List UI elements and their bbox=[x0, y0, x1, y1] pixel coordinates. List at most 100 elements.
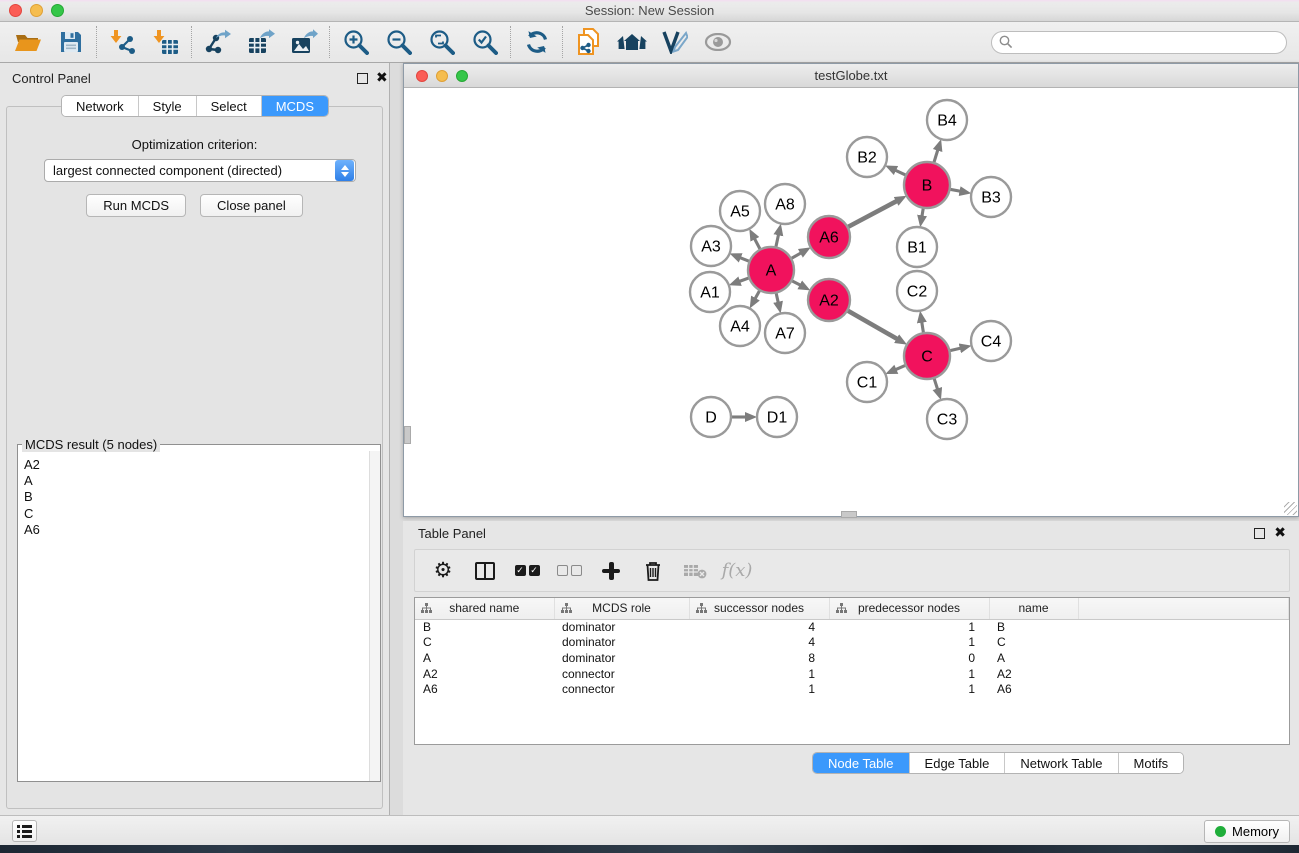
cell-mcds-role[interactable]: dominator bbox=[554, 635, 689, 651]
tab-edge-table[interactable]: Edge Table bbox=[910, 753, 1006, 773]
result-item[interactable]: A2 bbox=[24, 457, 362, 473]
result-item[interactable]: B bbox=[24, 489, 362, 505]
cell-shared-name[interactable]: B bbox=[415, 619, 554, 635]
import-network-button[interactable] bbox=[101, 23, 144, 61]
select-all-button[interactable]: ✓✓ bbox=[509, 553, 545, 589]
table-options-button[interactable]: ⚙ bbox=[425, 553, 461, 589]
result-scrollbar[interactable] bbox=[369, 451, 380, 781]
save-session-button[interactable] bbox=[49, 23, 92, 61]
tab-node-table[interactable]: Node Table bbox=[813, 753, 910, 773]
cell-mcds-role[interactable]: connector bbox=[554, 666, 689, 682]
float-table-panel-icon[interactable] bbox=[1254, 528, 1265, 539]
column-header-successor-nodes[interactable]: successor nodes bbox=[689, 598, 829, 619]
table-row[interactable]: A6connector11A6 bbox=[415, 681, 1289, 697]
cell-name[interactable]: B bbox=[989, 619, 1078, 635]
network-graph[interactable]: AA1A2A3A4A5A6A7A8BB1B2B3B4CC1C2C3C4DD1 bbox=[404, 88, 1298, 516]
cell-predecessor-nodes[interactable]: 1 bbox=[829, 635, 989, 651]
attribute-tree-icon bbox=[561, 603, 572, 614]
table-row[interactable]: Bdominator41B bbox=[415, 619, 1289, 635]
cell-predecessor-nodes[interactable]: 0 bbox=[829, 650, 989, 666]
zoom-out-button[interactable] bbox=[377, 23, 420, 61]
export-network-button[interactable] bbox=[196, 23, 239, 61]
memory-button[interactable]: Memory bbox=[1204, 820, 1290, 843]
cell-name[interactable]: A2 bbox=[989, 666, 1078, 682]
cell-name[interactable]: A6 bbox=[989, 681, 1078, 697]
table-row[interactable]: A2connector11A2 bbox=[415, 666, 1289, 682]
cell-name[interactable]: C bbox=[989, 635, 1078, 651]
cell-successor-nodes[interactable]: 1 bbox=[689, 681, 829, 697]
tab-style[interactable]: Style bbox=[139, 96, 197, 116]
close-window-button[interactable] bbox=[9, 4, 22, 17]
tab-network[interactable]: Network bbox=[62, 96, 139, 116]
close-table-panel-icon[interactable]: ✖ bbox=[1274, 525, 1286, 539]
network-canvas[interactable]: AA1A2A3A4A5A6A7A8BB1B2B3B4CC1C2C3C4DD1 bbox=[404, 88, 1298, 516]
open-session-button[interactable] bbox=[6, 23, 49, 61]
search-input[interactable] bbox=[991, 31, 1287, 54]
refresh-view-button[interactable] bbox=[515, 23, 558, 61]
clone-network-button[interactable] bbox=[567, 23, 610, 61]
criterion-dropdown[interactable]: largest connected component (directed) bbox=[44, 159, 356, 182]
column-header-name[interactable]: name bbox=[989, 598, 1078, 619]
table-row[interactable]: Adominator80A bbox=[415, 650, 1289, 666]
zoom-selected-button[interactable] bbox=[463, 23, 506, 61]
create-column-button[interactable] bbox=[593, 553, 629, 589]
cell-predecessor-nodes[interactable]: 1 bbox=[829, 666, 989, 682]
graph-edge-B-B4[interactable] bbox=[933, 150, 937, 164]
delete-column-button[interactable] bbox=[635, 553, 671, 589]
tab-network-table[interactable]: Network Table bbox=[1005, 753, 1118, 773]
float-panel-icon[interactable] bbox=[357, 73, 368, 84]
home-panel-button[interactable] bbox=[610, 23, 653, 61]
tab-select[interactable]: Select bbox=[197, 96, 262, 116]
close-panel-icon[interactable]: ✖ bbox=[376, 70, 388, 84]
window-resize-grip[interactable] bbox=[1284, 502, 1297, 515]
cell-shared-name[interactable]: A6 bbox=[415, 681, 554, 697]
graphics-details-button[interactable] bbox=[696, 23, 739, 61]
cell-mcds-role[interactable]: connector bbox=[554, 681, 689, 697]
network-window-titlebar[interactable]: testGlobe.txt bbox=[404, 64, 1298, 88]
zoom-fit-button[interactable] bbox=[420, 23, 463, 61]
export-table-button[interactable] bbox=[239, 23, 282, 61]
tab-motifs[interactable]: Motifs bbox=[1119, 753, 1184, 773]
style-mapper-button[interactable] bbox=[653, 23, 696, 61]
bottom-scroll-handle[interactable] bbox=[841, 511, 857, 518]
column-header-mcds-role[interactable]: MCDS role bbox=[554, 598, 689, 619]
cell-shared-name[interactable]: A2 bbox=[415, 666, 554, 682]
show-columns-button[interactable] bbox=[467, 553, 503, 589]
zoom-in-button[interactable] bbox=[334, 23, 377, 61]
left-scroll-handle[interactable] bbox=[404, 426, 411, 444]
cell-predecessor-nodes[interactable]: 1 bbox=[829, 681, 989, 697]
column-header-shared-name[interactable]: shared name bbox=[415, 598, 554, 619]
cell-shared-name[interactable]: C bbox=[415, 635, 554, 651]
cell-mcds-role[interactable]: dominator bbox=[554, 619, 689, 635]
zoom-out-icon bbox=[386, 29, 412, 55]
graph-edge-A6-B[interactable] bbox=[847, 201, 897, 228]
task-history-button[interactable] bbox=[12, 820, 37, 842]
minimize-window-button[interactable] bbox=[30, 4, 43, 17]
result-item[interactable]: C bbox=[24, 506, 362, 522]
fullscreen-window-button[interactable] bbox=[51, 4, 64, 17]
cell-successor-nodes[interactable]: 4 bbox=[689, 619, 829, 635]
cell-shared-name[interactable]: A bbox=[415, 650, 554, 666]
cell-mcds-role[interactable]: dominator bbox=[554, 650, 689, 666]
export-image-button[interactable] bbox=[282, 23, 325, 61]
tab-mcds[interactable]: MCDS bbox=[262, 96, 328, 116]
result-item[interactable]: A6 bbox=[24, 522, 362, 538]
graph-edge-A2-C[interactable] bbox=[846, 310, 897, 339]
close-panel-button[interactable]: Close panel bbox=[200, 194, 303, 217]
cell-successor-nodes[interactable]: 1 bbox=[689, 666, 829, 682]
column-header-predecessor-nodes[interactable]: predecessor nodes bbox=[829, 598, 989, 619]
cell-successor-nodes[interactable]: 4 bbox=[689, 635, 829, 651]
run-mcds-button[interactable]: Run MCDS bbox=[86, 194, 186, 217]
cell-name[interactable]: A bbox=[989, 650, 1078, 666]
table-row[interactable]: Cdominator41C bbox=[415, 635, 1289, 651]
result-item[interactable]: A bbox=[24, 473, 362, 489]
mcds-result-title: MCDS result (5 nodes) bbox=[22, 437, 160, 452]
deselect-all-button[interactable] bbox=[551, 553, 587, 589]
zoom-selected-icon bbox=[472, 29, 498, 55]
cell-predecessor-nodes[interactable]: 1 bbox=[829, 619, 989, 635]
mcds-result-list[interactable]: A2 A B C A6 bbox=[18, 453, 368, 780]
checked-checkboxes-icon: ✓✓ bbox=[515, 565, 540, 576]
node-table-container: shared name MCDS role successor nodes bbox=[414, 597, 1290, 745]
import-table-button[interactable] bbox=[144, 23, 187, 61]
cell-successor-nodes[interactable]: 8 bbox=[689, 650, 829, 666]
